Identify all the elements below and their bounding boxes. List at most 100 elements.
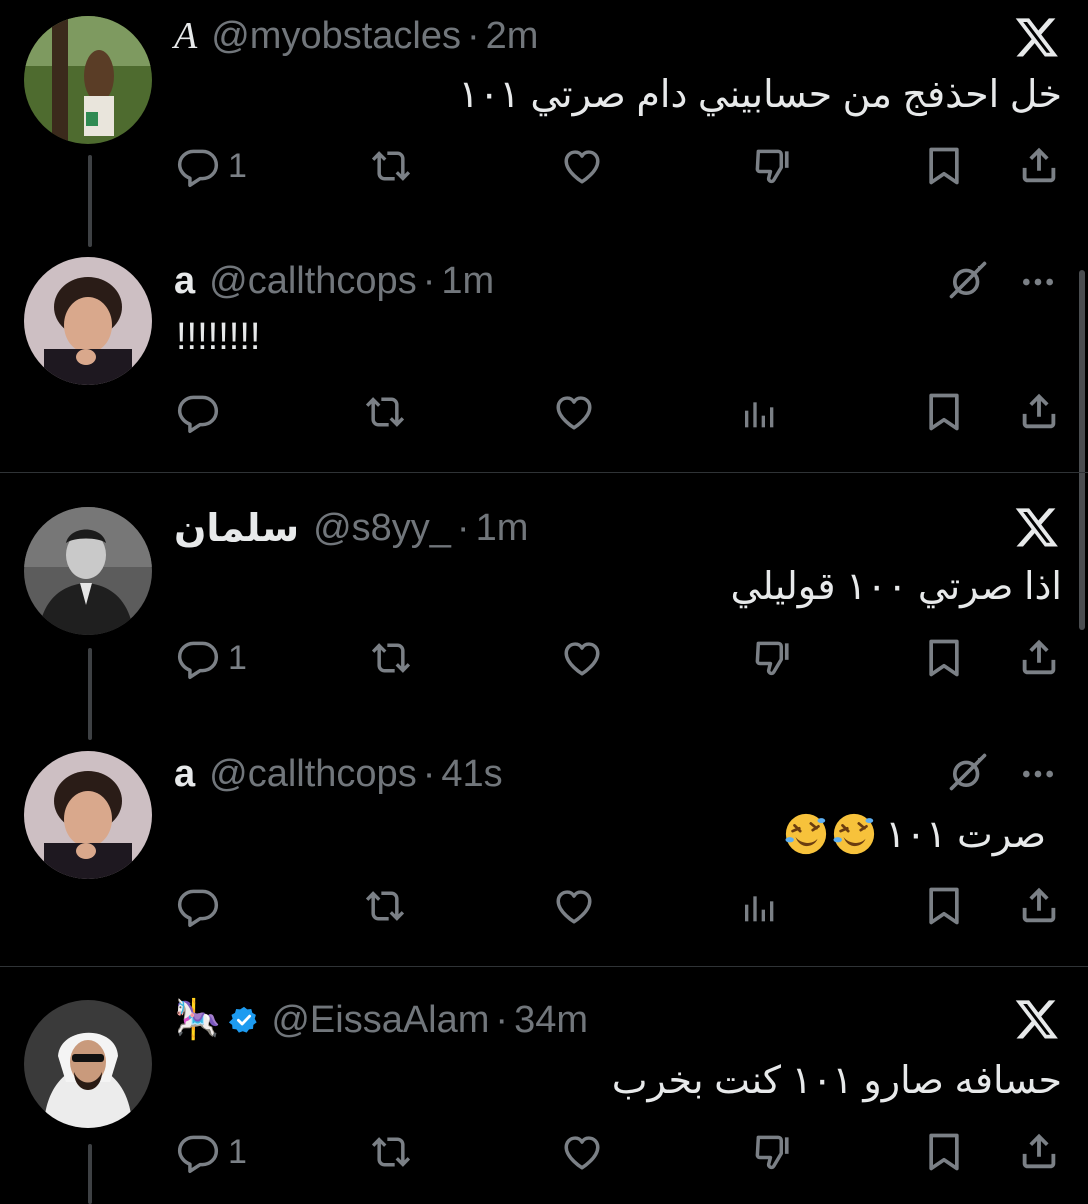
avatar[interactable] (24, 257, 152, 385)
x-logo-icon (1014, 504, 1060, 550)
dislike-button[interactable] (750, 1130, 796, 1174)
like-button[interactable] (558, 636, 606, 680)
reply-count: 1 (228, 146, 247, 185)
timestamp[interactable]: 1m (441, 260, 494, 303)
tweet-header: a @callthcops · 41s (174, 750, 503, 798)
timestamp[interactable]: 41s (441, 753, 502, 796)
tweet-text-row: صرت ١٠١ (776, 808, 1046, 860)
scrollbar[interactable] (1079, 270, 1085, 630)
reply-count: 1 (228, 1132, 247, 1171)
views-icon (738, 394, 782, 434)
thread-line (88, 1144, 92, 1204)
repost-icon (360, 884, 410, 928)
repost-icon (366, 636, 416, 680)
views-button[interactable] (738, 888, 782, 928)
timestamp[interactable]: 34m (514, 999, 588, 1042)
separator: · (466, 14, 480, 57)
like-icon (558, 1130, 606, 1174)
more-icon[interactable] (1018, 754, 1058, 794)
avatar[interactable] (24, 751, 152, 879)
share-button[interactable] (1016, 882, 1062, 928)
display-name[interactable]: a (174, 260, 195, 303)
user-handle[interactable]: @myobstacles (211, 15, 461, 58)
share-button[interactable] (1016, 634, 1062, 680)
like-icon (558, 636, 606, 680)
tweet-text: حسافه صارو ١٠١ كنت بخرب (611, 1060, 1062, 1102)
display-name[interactable]: سلمان (174, 506, 299, 551)
user-handle[interactable]: @callthcops (209, 260, 417, 303)
display-name[interactable]: 🎠 (174, 998, 221, 1042)
bookmark-icon (922, 636, 966, 680)
share-icon (1016, 882, 1062, 928)
dislike-button[interactable] (750, 636, 796, 680)
avatar[interactable] (24, 1000, 152, 1128)
repost-button[interactable] (366, 144, 416, 188)
repost-button[interactable] (366, 1130, 416, 1174)
reply-button[interactable]: 1 (176, 636, 247, 680)
tweet-text: اذا صرتي ١٠٠ قوليلي (730, 566, 1062, 608)
bookmark-icon (922, 1130, 966, 1174)
avatar[interactable] (24, 507, 152, 635)
reply-button[interactable]: 1 (176, 144, 247, 188)
x-logo-icon (1014, 996, 1060, 1042)
like-button[interactable] (550, 884, 598, 928)
tweet-header: 🎠 @EissaAlam · 34m (174, 996, 588, 1044)
reply-icon (176, 1130, 220, 1174)
user-handle[interactable]: @callthcops (209, 753, 417, 796)
tweet-text: خل احذفج من حسابيني دام صرتي ١٠١ (458, 74, 1062, 116)
reply-button[interactable]: 1 (176, 1130, 247, 1174)
dislike-icon (750, 144, 796, 188)
divider (0, 966, 1088, 967)
tweet-header: سلمان @s8yy_ · 1m (174, 504, 528, 552)
bookmark-button[interactable] (922, 636, 966, 680)
like-icon (550, 884, 598, 928)
repost-button[interactable] (360, 390, 410, 434)
user-handle[interactable]: @EissaAlam (271, 999, 489, 1042)
repost-button[interactable] (360, 884, 410, 928)
reply-icon (176, 390, 220, 434)
user-handle[interactable]: @s8yy_ (313, 507, 451, 550)
display-name[interactable]: A (174, 14, 197, 58)
timestamp[interactable]: 1m (476, 507, 529, 550)
grok-icon[interactable] (946, 750, 990, 794)
bookmark-icon (922, 390, 966, 434)
reply-button[interactable] (176, 884, 228, 928)
views-button[interactable] (738, 394, 782, 434)
grok-icon[interactable] (946, 258, 990, 302)
repost-icon (366, 1130, 416, 1174)
like-button[interactable] (558, 144, 606, 188)
tweet-header: A @myobstacles · 2m (174, 12, 538, 60)
bookmark-button[interactable] (922, 884, 966, 928)
verified-badge-icon (229, 1005, 259, 1035)
display-name[interactable]: a (174, 753, 195, 796)
tweet-text: !!!!!!!! (176, 316, 261, 358)
reply-button[interactable] (176, 390, 228, 434)
views-icon (738, 888, 782, 928)
like-icon (558, 144, 606, 188)
reply-icon (176, 636, 220, 680)
repost-button[interactable] (366, 636, 416, 680)
timestamp[interactable]: 2m (486, 15, 539, 58)
repost-icon (360, 390, 410, 434)
like-button[interactable] (558, 1130, 606, 1174)
bookmark-button[interactable] (922, 390, 966, 434)
reply-icon (176, 144, 220, 188)
bookmark-button[interactable] (922, 1130, 966, 1174)
dislike-icon (750, 1130, 796, 1174)
bookmark-icon (922, 884, 966, 928)
rofl-emoji-icon (831, 811, 877, 857)
like-button[interactable] (550, 390, 598, 434)
divider (0, 472, 1088, 473)
share-button[interactable] (1016, 1128, 1062, 1174)
reply-icon (176, 884, 220, 928)
repost-icon (366, 144, 416, 188)
avatar[interactable] (24, 16, 152, 144)
dislike-button[interactable] (750, 144, 796, 188)
thread-line (88, 648, 92, 740)
share-button[interactable] (1016, 142, 1062, 188)
bookmark-button[interactable] (922, 144, 966, 188)
share-button[interactable] (1016, 388, 1062, 434)
separator: · (422, 752, 436, 795)
more-icon[interactable] (1018, 262, 1058, 302)
tweet-text: صرت ١٠١ (885, 813, 1046, 856)
